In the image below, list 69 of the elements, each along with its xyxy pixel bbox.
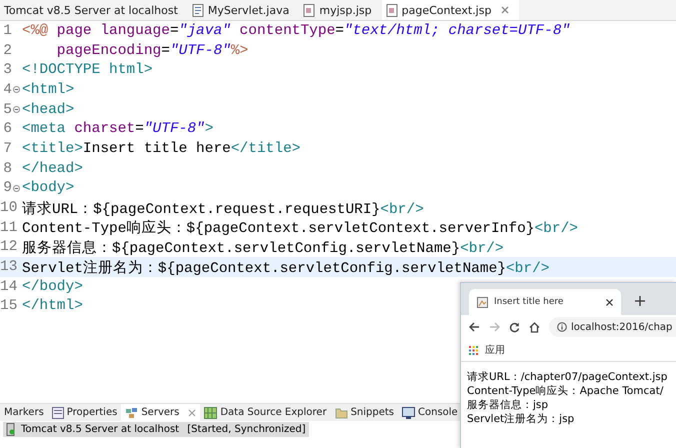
panel-tab[interactable]: Data Source Explorer xyxy=(200,404,331,421)
servers-icon xyxy=(125,406,138,418)
editor-tab[interactable]: myjsp.jsp xyxy=(299,0,382,20)
line-number: 4 xyxy=(3,82,12,98)
line-number: 14 xyxy=(0,278,18,295)
java-file-icon xyxy=(192,4,204,16)
new-tab-icon[interactable] xyxy=(635,296,645,306)
close-icon[interactable] xyxy=(606,298,613,306)
server-icon xyxy=(6,422,16,436)
panel-tab[interactable]: Console xyxy=(398,404,462,421)
code-line: </html> xyxy=(22,298,83,314)
line-number: 8 xyxy=(3,160,12,177)
line-number: 3 xyxy=(3,62,12,78)
code-line: <title>Insert title here</title> xyxy=(22,140,300,157)
panel-tab[interactable]: Snippets xyxy=(330,404,398,421)
folder-icon xyxy=(334,406,348,418)
code-line: Content-Type响应头：${pageContext.servletContext.serverInfo}<br/> xyxy=(22,218,578,238)
home-icon[interactable] xyxy=(529,322,540,332)
line-number: 2 xyxy=(3,42,12,59)
line-number: 10 xyxy=(0,200,18,216)
address-bar[interactable]: localhost:2016/chap xyxy=(549,317,676,337)
page-text-line: Servlet注册名为：jsp xyxy=(467,412,574,426)
code-line: <html> xyxy=(22,82,74,98)
code-line: <!DOCTYPE html> xyxy=(22,62,153,78)
line-number: 5 xyxy=(3,102,12,118)
jsp-file-icon xyxy=(303,4,316,16)
line-number: 13 xyxy=(0,259,18,276)
code-line: pageEncoding="UTF-8"%> xyxy=(56,42,248,59)
page-text-line: 服务器信息：jsp xyxy=(467,398,548,412)
code-line: </head> xyxy=(22,160,83,177)
code-line: 请求URL：${pageContext.request.requestURI}<br/> xyxy=(22,200,424,218)
editor-tab[interactable]: pageContext.jsp xyxy=(382,0,520,20)
editor-tab[interactable]: MyServlet.java xyxy=(188,0,300,20)
code-line: <head> xyxy=(22,102,74,118)
console-icon xyxy=(402,406,416,418)
properties-icon xyxy=(52,406,64,418)
info-icon[interactable] xyxy=(557,322,567,332)
line-number: 6 xyxy=(3,121,12,138)
apps-grid-icon[interactable] xyxy=(469,346,478,354)
reload-icon[interactable] xyxy=(509,322,520,332)
jsp-file-icon xyxy=(386,4,398,16)
server-item[interactable]: Tomcat v8.5 Server at localhost [Started, Synchronized] xyxy=(3,422,309,436)
panel-tab[interactable]: Markers xyxy=(0,404,48,421)
back-icon[interactable] xyxy=(469,322,480,332)
line-number: 9 xyxy=(3,180,12,196)
line-number: 1 xyxy=(3,22,12,39)
code-line: </body> xyxy=(22,278,83,295)
code-line: <body> xyxy=(22,180,74,196)
database-icon xyxy=(204,406,218,418)
line-number: 11 xyxy=(0,220,18,236)
browser-tab[interactable]: Insert title here xyxy=(469,289,621,315)
page-icon xyxy=(477,296,488,308)
code-line: <meta charset="UTF-8"> xyxy=(22,121,214,138)
editor-tab[interactable]: Tomcat v8.5 Server at localhost xyxy=(0,0,188,20)
page-text-line: 请求URL：/chapter07/pageContext.jsp xyxy=(467,370,668,384)
line-number: 12 xyxy=(0,239,18,256)
code-line: 服务器信息：${pageContext.servletConfig.servletName}<br/> xyxy=(22,239,504,257)
code-line: Servlet注册名为：${pageContext.servletConfig.servletName}<br/> xyxy=(22,259,550,277)
fold-icon[interactable] xyxy=(13,106,20,114)
line-number: 7 xyxy=(3,140,12,157)
fold-icon[interactable] xyxy=(13,184,20,192)
bookmark-link[interactable]: 应用 xyxy=(485,343,505,357)
line-number: 15 xyxy=(0,298,18,314)
tab-title: Insert title here xyxy=(494,297,564,307)
code-line: <%@ page language="java" contentType="text/html; charset=UTF-8" xyxy=(22,22,570,39)
fold-icon[interactable] xyxy=(13,86,20,94)
page-text-line: Content-Type响应头：Apache Tomcat/ xyxy=(467,384,664,398)
panel-tab[interactable]: Properties xyxy=(48,404,122,421)
panel-tab[interactable]: Servers xyxy=(121,404,200,421)
